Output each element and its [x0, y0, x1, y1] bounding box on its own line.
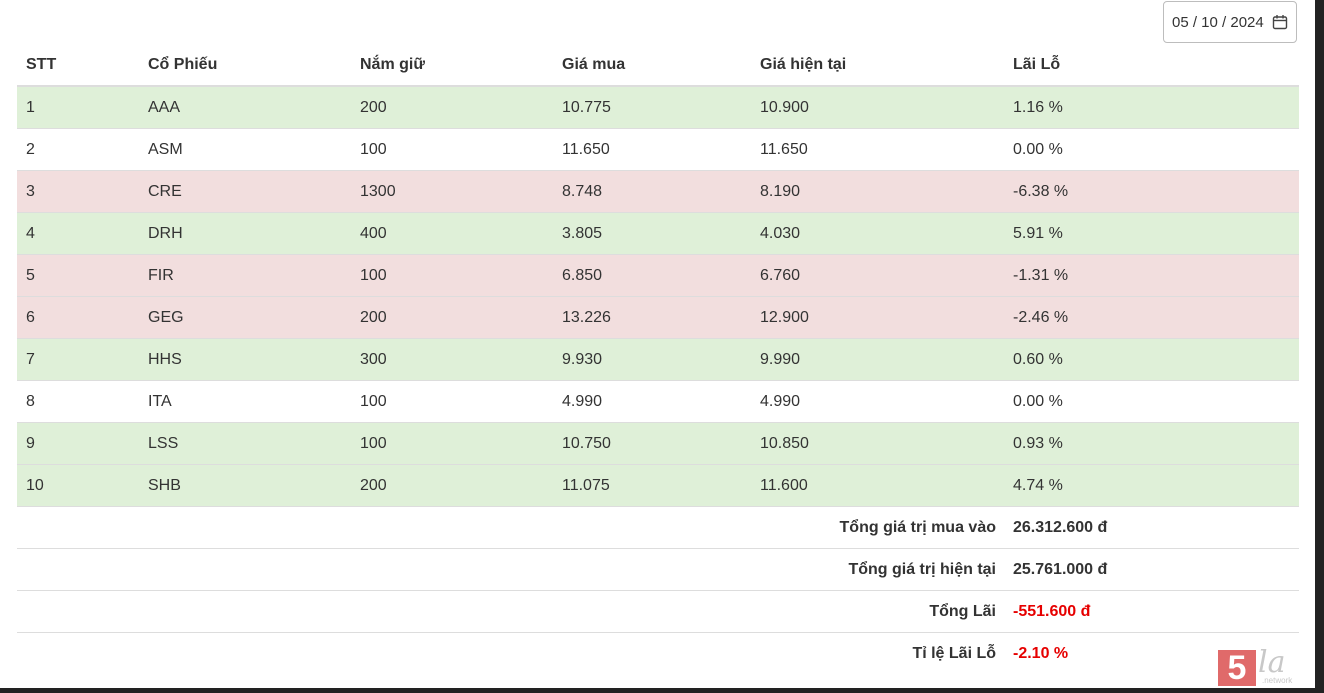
cell-current-price: 10.850 — [751, 422, 1004, 465]
header-stock: Cổ Phiếu — [139, 45, 351, 87]
cell-stt: 4 — [17, 212, 139, 255]
cell-holding: 300 — [351, 338, 553, 381]
table-row: 3 CRE 1300 8.748 8.190 -6.38 % — [17, 170, 1299, 213]
watermark-text: la — [1258, 645, 1286, 680]
date-value[interactable]: 05 / 10 / 2024 — [1172, 14, 1272, 31]
cell-buy-price: 11.075 — [553, 464, 751, 507]
total-profit-value: -551.600 đ — [1004, 590, 1299, 633]
cell-buy-price: 3.805 — [553, 212, 751, 255]
cell-current-price: 11.600 — [751, 464, 1004, 507]
cell-stt: 9 — [17, 422, 139, 465]
cell-holding: 200 — [351, 296, 553, 339]
cell-profit-loss: 4.74 % — [1004, 464, 1299, 507]
total-current-value: 25.761.000 đ — [1004, 548, 1299, 591]
table-row: 5 FIR 100 6.850 6.760 -1.31 % — [17, 254, 1299, 297]
header-buy-price: Giá mua — [553, 45, 751, 87]
cell-buy-price: 10.775 — [553, 85, 751, 129]
cell-current-price: 6.760 — [751, 254, 1004, 297]
total-buy-value: 26.312.600 đ — [1004, 506, 1299, 549]
table-row: 2 ASM 100 11.650 11.650 0.00 % — [17, 128, 1299, 171]
cell-profit-loss: -2.46 % — [1004, 296, 1299, 339]
watermark-subtext: .network — [1262, 676, 1293, 685]
cell-holding: 200 — [351, 464, 553, 507]
cell-stt: 1 — [17, 85, 139, 129]
cell-stock: ITA — [139, 380, 351, 423]
header-holding: Nắm giữ — [351, 45, 553, 87]
cell-current-price: 11.650 — [751, 128, 1004, 171]
cell-profit-loss: 0.60 % — [1004, 338, 1299, 381]
header-current-price: Giá hiện tại — [751, 45, 1004, 87]
portfolio-table: STT Cổ Phiếu Nắm giữ Giá mua Giá hiện tạ… — [17, 45, 1299, 674]
ratio-label: Tỉ lệ Lãi Lỗ — [17, 632, 1004, 674]
cell-holding: 1300 — [351, 170, 553, 213]
cell-holding: 100 — [351, 128, 553, 171]
cell-profit-loss: 0.93 % — [1004, 422, 1299, 465]
table-header-row: STT Cổ Phiếu Nắm giữ Giá mua Giá hiện tạ… — [17, 45, 1299, 87]
cell-buy-price: 6.850 — [553, 254, 751, 297]
summary-row-total-buy: Tổng giá trị mua vào 26.312.600 đ — [17, 506, 1299, 549]
cell-stock: DRH — [139, 212, 351, 255]
table-row: 4 DRH 400 3.805 4.030 5.91 % — [17, 212, 1299, 255]
cell-stt: 10 — [17, 464, 139, 507]
date-picker-input[interactable]: 05 / 10 / 2024 — [1163, 1, 1297, 43]
cell-stt: 3 — [17, 170, 139, 213]
cell-current-price: 9.990 — [751, 338, 1004, 381]
table-row: 10 SHB 200 11.075 11.600 4.74 % — [17, 464, 1299, 507]
total-current-label: Tổng giá trị hiện tại — [17, 548, 1004, 591]
cell-stock: ASM — [139, 128, 351, 171]
summary-row-total-profit: Tổng Lãi -551.600 đ — [17, 590, 1299, 633]
total-buy-label: Tổng giá trị mua vào — [17, 506, 1004, 549]
header-profit-loss: Lãi Lỗ — [1004, 45, 1299, 87]
cell-current-price: 12.900 — [751, 296, 1004, 339]
table-row: 1 AAA 200 10.775 10.900 1.16 % — [17, 85, 1299, 129]
cell-stt: 2 — [17, 128, 139, 171]
cell-holding: 200 — [351, 85, 553, 129]
cell-stock: GEG — [139, 296, 351, 339]
table-row: 9 LSS 100 10.750 10.850 0.93 % — [17, 422, 1299, 465]
table-row: 8 ITA 100 4.990 4.990 0.00 % — [17, 380, 1299, 423]
cell-current-price: 10.900 — [751, 85, 1004, 129]
cell-stt: 8 — [17, 380, 139, 423]
cell-buy-price: 8.748 — [553, 170, 751, 213]
page: 05 / 10 / 2024 STT Cổ Phiếu Nắm giữ Giá … — [0, 0, 1315, 688]
watermark-digit: 5 — [1218, 650, 1256, 686]
cell-stt: 7 — [17, 338, 139, 381]
cell-stock: CRE — [139, 170, 351, 213]
header-stt: STT — [17, 45, 139, 87]
cell-profit-loss: 0.00 % — [1004, 380, 1299, 423]
watermark-logo: 5 la .network — [1218, 645, 1292, 686]
cell-buy-price: 10.750 — [553, 422, 751, 465]
cell-holding: 100 — [351, 254, 553, 297]
total-profit-label: Tổng Lãi — [17, 590, 1004, 633]
cell-stt: 6 — [17, 296, 139, 339]
cell-profit-loss: 1.16 % — [1004, 85, 1299, 129]
cell-current-price: 4.030 — [751, 212, 1004, 255]
cell-stock: LSS — [139, 422, 351, 465]
cell-holding: 400 — [351, 212, 553, 255]
summary-row-ratio: Tỉ lệ Lãi Lỗ -2.10 % — [17, 632, 1299, 674]
cell-current-price: 8.190 — [751, 170, 1004, 213]
cell-stt: 5 — [17, 254, 139, 297]
cell-buy-price: 11.650 — [553, 128, 751, 171]
table-row: 6 GEG 200 13.226 12.900 -2.46 % — [17, 296, 1299, 339]
cell-holding: 100 — [351, 422, 553, 465]
cell-buy-price: 9.930 — [553, 338, 751, 381]
cell-stock: AAA — [139, 85, 351, 129]
cell-stock: HHS — [139, 338, 351, 381]
calendar-icon[interactable] — [1272, 14, 1288, 30]
cell-stock: FIR — [139, 254, 351, 297]
cell-current-price: 4.990 — [751, 380, 1004, 423]
table-row: 7 HHS 300 9.930 9.990 0.60 % — [17, 338, 1299, 381]
cell-profit-loss: 5.91 % — [1004, 212, 1299, 255]
cell-buy-price: 4.990 — [553, 380, 751, 423]
cell-stock: SHB — [139, 464, 351, 507]
cell-profit-loss: 0.00 % — [1004, 128, 1299, 171]
cell-holding: 100 — [351, 380, 553, 423]
cell-profit-loss: -1.31 % — [1004, 254, 1299, 297]
cell-buy-price: 13.226 — [553, 296, 751, 339]
summary-row-total-current: Tổng giá trị hiện tại 25.761.000 đ — [17, 548, 1299, 591]
cell-profit-loss: -6.38 % — [1004, 170, 1299, 213]
